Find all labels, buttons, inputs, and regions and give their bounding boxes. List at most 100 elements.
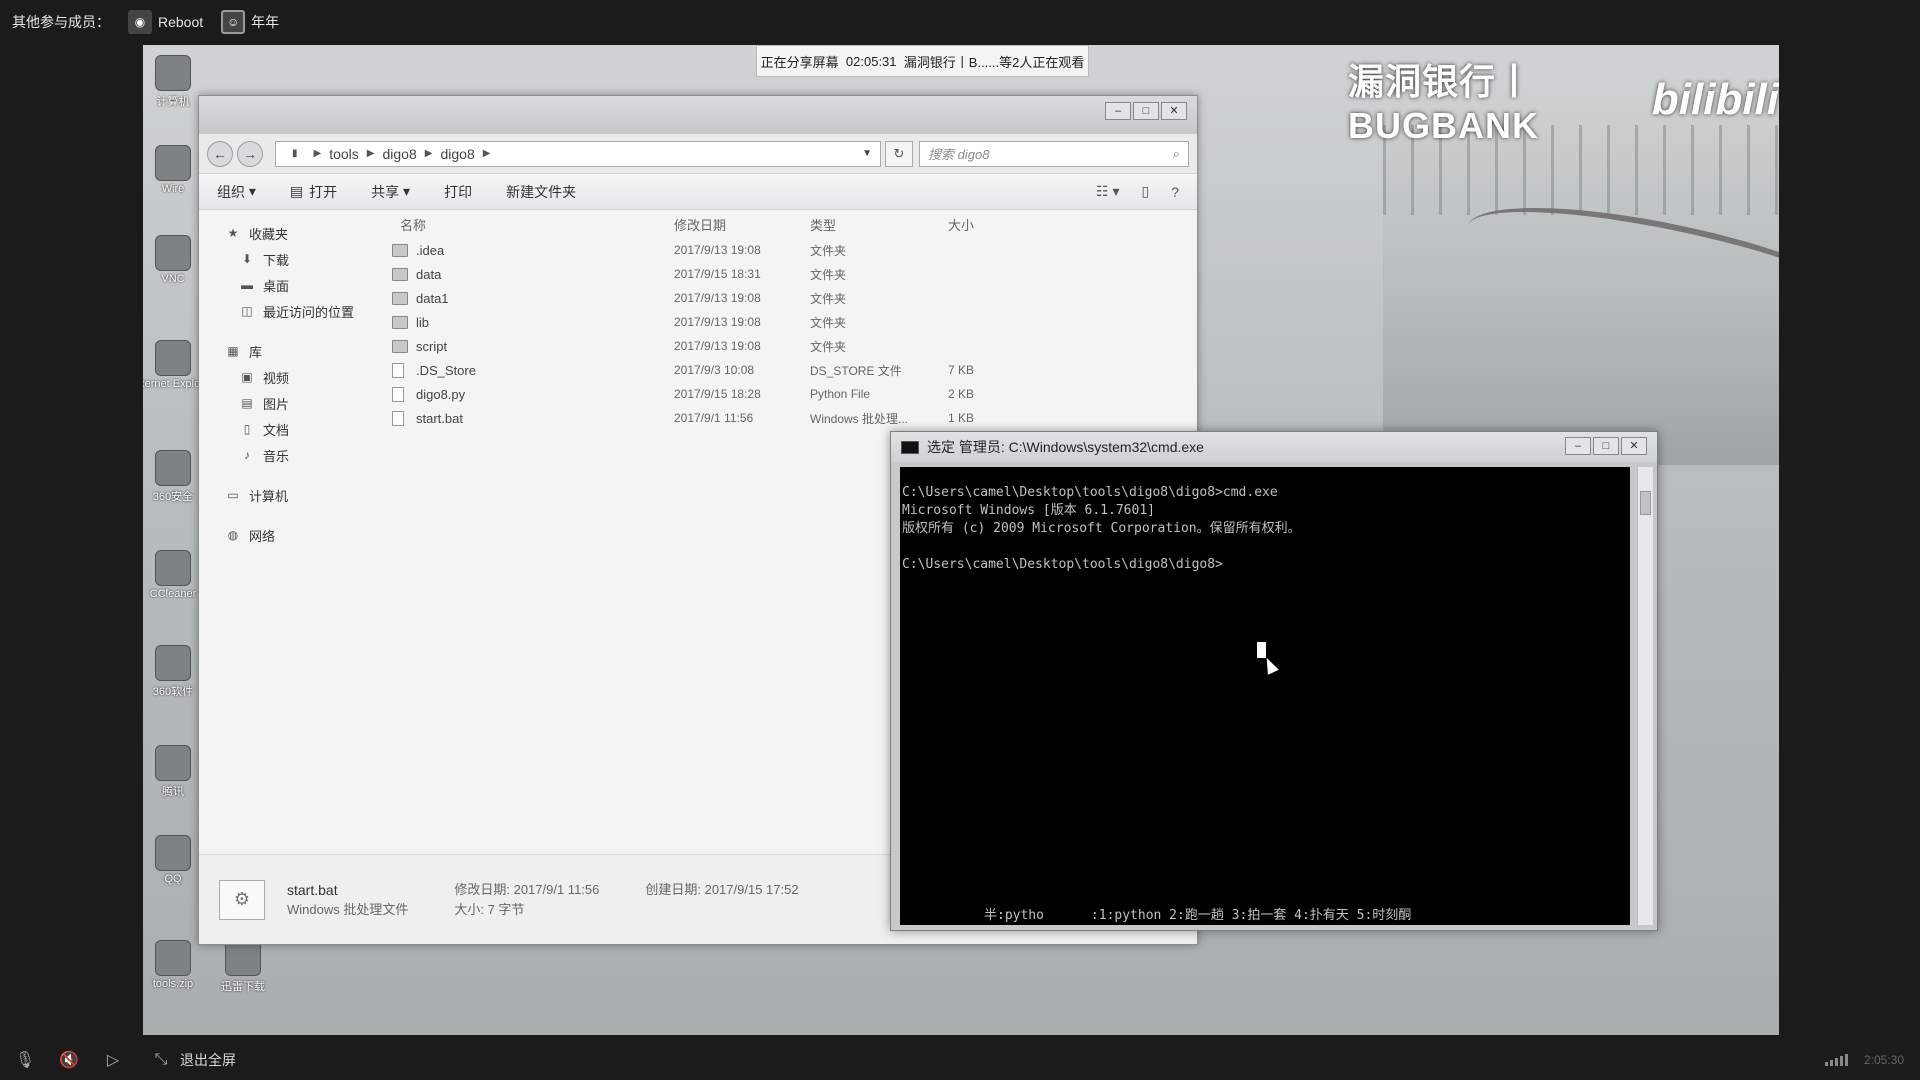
preview-pane-icon[interactable]: ▯ [1141,183,1149,200]
folder-icon [392,315,408,329]
file-icon [392,410,404,426]
open-button[interactable]: ▤ 打开 [290,182,337,202]
maximize-button[interactable]: □ [1593,437,1619,455]
column-header-date[interactable]: 修改日期 [674,215,810,234]
file-row[interactable]: lib 2017/9/13 19:08 文件夹 [384,310,1197,334]
library-icon: ▦ [227,344,239,358]
clock: 2:05:30 [1863,1053,1904,1067]
file-row[interactable]: start.bat 2017/9/1 11:56 Windows 批处理... 1 K… [384,406,1197,430]
minimize-button[interactable]: – [1105,102,1131,120]
details-created: 创建日期: 2017/9/15 17:52 [645,881,799,897]
desktop-icon[interactable]: 360安全 [143,450,203,504]
mouse-pointer-icon [1261,655,1279,675]
close-button[interactable]: ✕ [1161,102,1187,120]
explorer-titlebar[interactable]: – □ ✕ [199,96,1197,134]
column-header-type[interactable]: 类型 [810,215,948,234]
file-row[interactable]: data 2017/9/15 18:31 文件夹 [384,262,1197,286]
refresh-icon[interactable]: ↻ [885,140,913,167]
nav-favorites[interactable]: ★ 收藏夹 [199,220,384,246]
folder-icon: ▮ [292,148,298,159]
breadcrumb-item[interactable]: digo8 [383,146,417,162]
camera-off-icon[interactable]: ▷ [102,1049,124,1071]
nav-documents[interactable]: ▯ 文档 [199,416,384,442]
cmd-titlebar[interactable]: 选定 管理员: C:\Windows\system32\cmd.exe – □ … [891,432,1657,462]
nav-recent[interactable]: ◫ 最近访问的位置 [199,298,384,324]
file-row[interactable]: data1 2017/9/13 19:08 文件夹 [384,286,1197,310]
address-bar: ← → ▮ ▶ tools ▶ digo8 ▶ digo8 ▶ ▼ ↻ 搜索 d… [199,134,1197,174]
file-size: 7 KB [948,363,975,377]
desktop-icon[interactable]: 360软件 [143,645,203,699]
app-icon [155,645,191,681]
nav-libraries[interactable]: ▦ 库 [199,338,384,364]
help-icon[interactable]: ? [1171,184,1179,200]
nav-videos[interactable]: ▣ 视频 [199,364,384,390]
desktop-icon[interactable]: 迅雷下载 [213,940,273,994]
back-arrow-icon[interactable]: ← [207,140,233,167]
text-cursor [1257,642,1266,658]
column-header-name[interactable]: 名称 [384,215,674,234]
forward-arrow-icon[interactable]: → [237,140,263,167]
file-name: lib [416,314,430,330]
new-folder-button[interactable]: 新建文件夹 [506,182,576,202]
ime-candidate-bar[interactable]: 半:pytho :1:python 2:跑一趟 3:拍一套 4:扑有天 5:时刻… [984,904,1411,923]
file-row[interactable]: digo8.py 2017/9/15 18:28 Python File 2 KB [384,382,1197,406]
share-button[interactable]: 共享 ▾ [371,182,410,202]
file-name: digo8.py [416,386,466,402]
print-button[interactable]: 打印 [444,182,472,202]
file-icon [392,386,404,402]
desktop-icon[interactable]: Internet Explorer [143,340,214,390]
organize-button[interactable]: 组织 ▾ [217,182,256,202]
file-name: .DS_Store [416,362,476,378]
search-input[interactable]: 搜索 digo8 ⌕ [919,140,1189,167]
share-viewers: 漏洞银行丨B......等2人正在观看 [903,54,1085,70]
desktop-icon[interactable]: Wire [143,145,203,195]
details-modified: 修改日期: 2017/9/1 11:56 [454,881,600,897]
app-icon [155,745,191,781]
cmd-window[interactable]: 选定 管理员: C:\Windows\system32\cmd.exe – □ … [890,431,1658,931]
nav-music[interactable]: ♪ 音乐 [199,442,384,468]
nav-computer[interactable]: ▭ 计算机 [199,482,384,508]
scrollbar-thumb[interactable] [1640,491,1651,515]
chevron-right-icon: ▶ [424,148,433,159]
desktop-icon[interactable]: tools.zip [143,940,203,990]
file-row[interactable]: .idea 2017/9/13 19:08 文件夹 [384,238,1197,262]
folder-icon [392,339,408,353]
column-header-size[interactable]: 大小 [948,215,1028,234]
exit-fullscreen-button[interactable]: ⤡ 退出全屏 [150,1049,236,1071]
breadcrumb-item[interactable]: tools [329,146,359,162]
desktop-icon[interactable]: QQ [143,835,203,885]
network-icon: ◍ [227,528,239,542]
breadcrumb-item[interactable]: digo8 [440,146,474,162]
nav-network[interactable]: ◍ 网络 [199,522,384,548]
share-status: 正在分享屏幕 [760,54,839,70]
computer-icon [155,55,191,91]
minimize-button[interactable]: – [1565,437,1591,455]
nav-pictures[interactable]: ▤ 图片 [199,390,384,416]
file-row[interactable]: script 2017/9/13 19:08 文件夹 [384,334,1197,358]
desktop-icon[interactable]: VNC [143,235,203,285]
participant-reboot[interactable]: ◉ Reboot [128,10,203,34]
close-button[interactable]: ✕ [1621,437,1647,455]
microphone-muted-icon[interactable]: 🎙 [14,1049,36,1071]
file-row[interactable]: .DS_Store 2017/9/3 10:08 DS_STORE 文件 7 KB [384,358,1197,382]
penguin-icon [155,835,191,871]
speaker-muted-icon[interactable]: 🔇 [58,1049,80,1071]
brand-text: 漏洞银行丨BUGBANK [1348,61,1539,146]
nav-downloads[interactable]: ⬇ 下载 [199,246,384,272]
breadcrumb[interactable]: ▮ ▶ tools ▶ digo8 ▶ digo8 ▶ ▼ [275,140,881,167]
vertical-scrollbar[interactable] [1637,467,1653,925]
user-avatar-icon: ☺ [221,10,246,34]
desktop-icon[interactable]: 计算机 [143,55,203,109]
desktop-icon[interactable]: 腾讯 [143,745,203,799]
view-options-icon[interactable]: ☷ ▾ [1096,183,1119,200]
desktop-icon[interactable]: CCleaner [143,550,203,600]
share-elapsed-time: 02:05:31 [845,53,897,69]
participant-niannian[interactable]: ☺ 年年 [221,10,279,34]
picture-icon: ▤ [241,396,253,410]
nav-desktop[interactable]: ▬ 桌面 [199,272,384,298]
chevron-down-icon[interactable]: ▼ [862,148,872,159]
maximize-button[interactable]: □ [1133,102,1159,120]
desktop-icon: ▬ [241,278,253,292]
console-output[interactable]: C:\Users\camel\Desktop\tools\digo8\digo8… [900,467,1630,925]
